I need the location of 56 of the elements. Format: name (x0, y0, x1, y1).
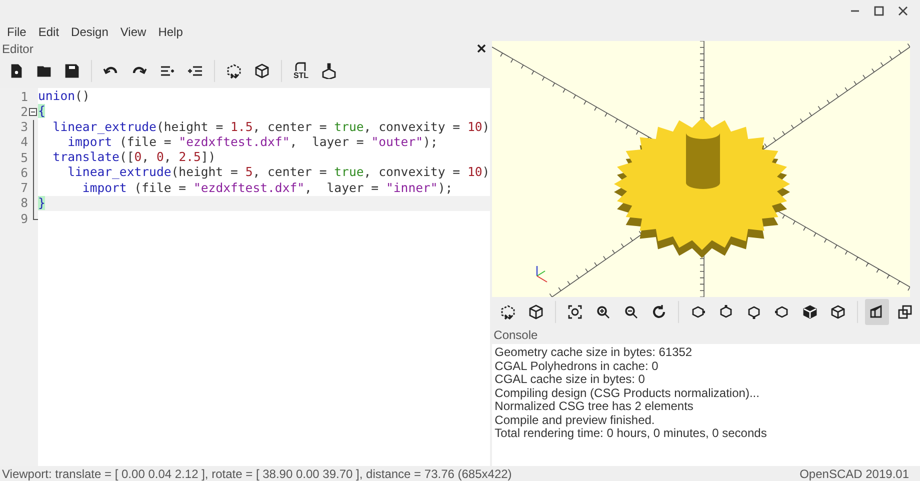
zoom-in-icon (594, 304, 611, 320)
menu-item[interactable]: File (7, 24, 26, 38)
fold-marker-icon[interactable] (29, 108, 37, 116)
view-front-icon (802, 304, 818, 320)
close-icon[interactable] (898, 6, 908, 16)
reset-icon (650, 304, 667, 320)
axis-gizmo-icon (536, 266, 548, 282)
line-number: 8 (20, 196, 28, 210)
menu-item[interactable]: Help (158, 24, 183, 38)
code-line: translate([0, 0, 2.5]) (52, 150, 216, 164)
panel-title: Editor (2, 42, 34, 56)
view-all-icon (566, 304, 583, 320)
stl-export-button[interactable]: STL (289, 58, 313, 84)
view-bottom-icon (746, 304, 762, 320)
preview-icon (226, 63, 242, 79)
status-text: Viewport: translate = [ 0.00 0.04 2.12 ], rotate = [ 38.90 0.00 39.70 ], distance = 73.76 (685x422) (2, 466, 512, 480)
line-number: 4 (20, 135, 28, 150)
console-line: Compile and preview finished. (494, 414, 656, 427)
menu-item[interactable]: Edit (38, 24, 60, 38)
view-top-icon (718, 304, 734, 320)
console-line: Total rendering time: 0 hours, 0 minutes, 0 seconds (494, 427, 768, 440)
code-line: union() (38, 89, 90, 103)
line-number: 1 (20, 90, 28, 104)
view-back-icon (830, 304, 846, 320)
menu-item[interactable]: Design (71, 24, 108, 38)
close-icon[interactable] (476, 44, 486, 53)
line-number: 5 (20, 150, 28, 165)
line-number: 9 (20, 212, 28, 226)
save-icon (64, 63, 80, 79)
view-left-icon (774, 304, 790, 320)
console-line: Compiling design (CSG Products normalization)... (494, 386, 760, 400)
view-right-icon (690, 304, 706, 320)
console-line: CGAL cache size in bytes: 0 (494, 373, 646, 386)
preview-icon (500, 304, 516, 320)
code-line: linear_extrude(height = 5, center = true, convexity = 10) (66, 165, 490, 180)
line-number: 7 (20, 181, 28, 196)
zoom-out-icon (622, 304, 639, 320)
code-line: import (file = "ezdxftest.dxf", layer = "outer"); (66, 134, 438, 149)
panel-title: Console (494, 328, 538, 342)
cube-icon (528, 304, 544, 320)
maximize-icon[interactable] (874, 6, 884, 16)
code-line: linear_extrude(height = 1.5, center = true, convexity = 10) (52, 120, 490, 134)
console-line: CGAL Polyhedrons in cache: 0 (494, 360, 660, 373)
code-line: import (file = "ezdxftest.dxf", layer = "inner"); (81, 180, 453, 194)
console-line: Normalized CSG tree has 2 elements (494, 400, 694, 414)
perspective-button[interactable] (864, 299, 889, 325)
orthogonal-icon (896, 304, 913, 320)
printer-icon (321, 63, 337, 79)
console-line: Geometry cache size in bytes: 61352 (494, 346, 694, 360)
line-number: 2 (20, 104, 28, 119)
menu-item[interactable]: View (120, 24, 146, 38)
3d-viewport[interactable] (492, 41, 910, 297)
version-text: OpenSCAD 2019.01 (800, 466, 909, 480)
line-number: 3 (20, 120, 28, 134)
line-number: 6 (20, 166, 28, 180)
cube-icon (254, 63, 270, 79)
